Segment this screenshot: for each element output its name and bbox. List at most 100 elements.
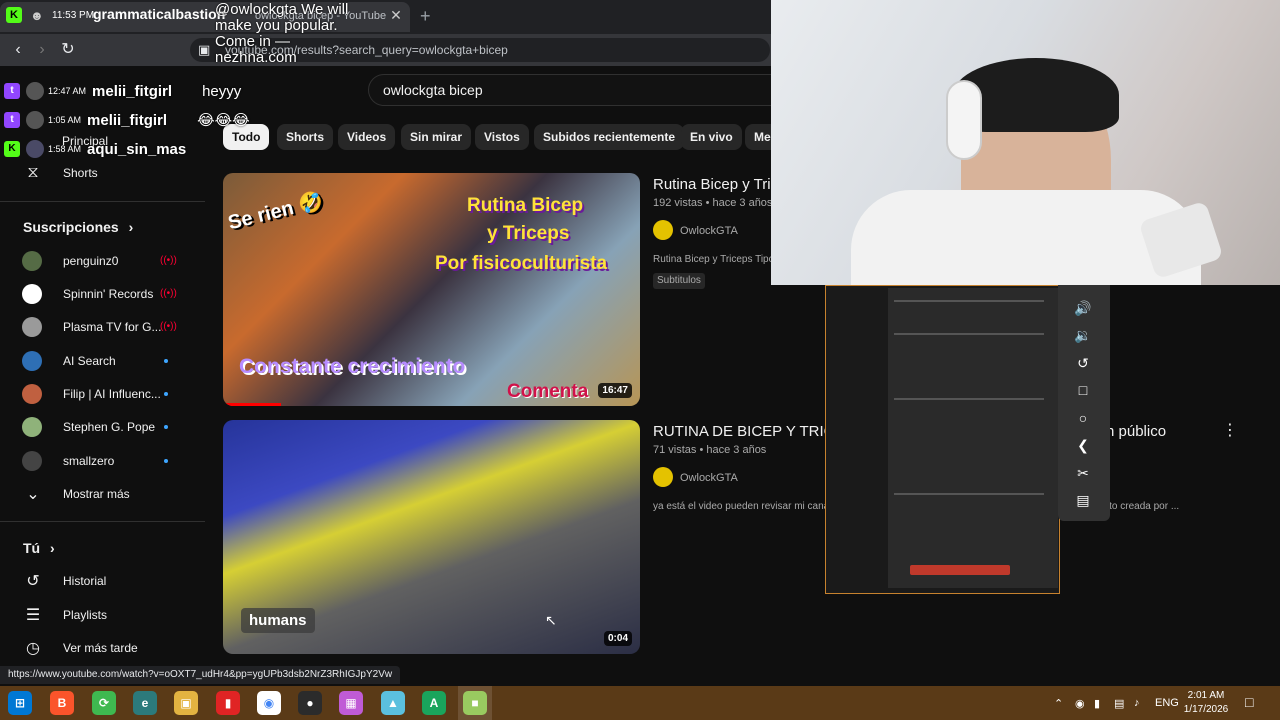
bookmark-icon[interactable]: ▣ [198,42,210,58]
chat-time: 1:58 AM [48,144,82,154]
chip-vistos[interactable]: Vistos [475,124,529,150]
subscriptions-header-label: Suscripciones [23,219,119,235]
tab-close-icon[interactable]: ✕ [388,7,404,23]
sidebar-sub-label: smallzero [63,454,115,468]
watch-progress-bar [223,403,281,406]
channel-name[interactable]: OwlockGTA [680,225,738,237]
back-nav-icon[interactable]: ❮ [1072,434,1094,456]
sidebar-sub-filip[interactable]: Filip | AI Influenc... [22,378,161,410]
microphone-icon[interactable]: ◉ [1075,697,1085,710]
sidebar-item-label: Shorts [63,166,98,180]
chip-videos[interactable]: Videos [338,124,396,150]
phone-screen[interactable] [888,288,1058,588]
new-tab-icon[interactable]: + [420,6,431,27]
volume-up-icon[interactable]: 🔊 [1072,297,1094,319]
chat-message: t 1:05 AM melii_fitgirl 😂😂😂 [4,109,250,131]
sidebar-divider [0,201,205,202]
mouse-cursor-icon: ↖ [545,612,557,628]
overlay-channel: grammaticalbastion [93,6,226,22]
subscriptions-header[interactable]: Suscripciones › [23,219,133,235]
app-red-icon[interactable]: ▮ [216,691,240,715]
thumbnail-overlay-text: Rutina Bicep [467,195,584,216]
avatar [22,351,42,371]
back-icon[interactable]: ‹ [8,40,28,60]
input-language[interactable]: ENG [1155,697,1179,709]
windows-start-icon[interactable]: ⊞ [8,691,32,715]
brave-icon[interactable]: B [50,691,74,715]
thumbnail-overlay-text: Se rien 🤣 [225,189,326,235]
forward-icon[interactable]: › [32,40,52,60]
network-icon[interactable]: ▤ [1114,697,1124,710]
phone-screen-button [910,565,1010,575]
chip-sin-mirar[interactable]: Sin mirar [401,124,472,150]
reload-icon[interactable]: ↻ [58,40,78,60]
video-title[interactable]: RUTINA DE BICEP Y TRICE [653,423,844,440]
app-purple-icon[interactable]: ▦ [339,691,363,715]
video-duration: 0:04 [603,631,632,646]
home-icon[interactable]: ○ [1072,407,1094,429]
channel-avatar[interactable] [653,467,673,487]
sidebar-sub-stephen-g-pope[interactable]: Stephen G. Pope [22,411,155,443]
volume-down-icon[interactable]: 🔉 [1072,324,1094,346]
screenshot-icon[interactable]: ✂ [1072,462,1094,484]
sidebar-sub-smallzero[interactable]: smallzero [22,445,114,477]
thumbnail-overlay-text: Por fisicoculturista [435,253,608,274]
chip-subidos-recientemente[interactable]: Subidos recientemente [534,124,685,150]
thumbnail-overlay-text: humans [241,608,315,633]
sidebar-item-shorts[interactable]: ⧖ Shorts [22,157,98,189]
channel-avatar[interactable] [653,220,673,240]
kick-icon: K [6,7,22,23]
chat-username: melii_fitgirl [87,111,168,129]
app-green-2-icon[interactable]: A [422,691,446,715]
sidebar-item-playlists[interactable]: ☰ Playlists [22,599,107,631]
sidebar-sub-ai-search[interactable]: AI Search [22,345,116,377]
subtitles-badge: Subtitulos [653,273,705,289]
clock-time: 2:01 AM [1187,690,1225,701]
more-actions-icon[interactable]: ⋮ [1222,420,1238,440]
chat-message: t 12:47 AM melii_fitgirl heyyy [4,80,241,102]
history-icon: ↺ [26,573,40,590]
sidebar-sub-penguinz0[interactable]: penguinz0 [22,245,118,277]
chevron-down-icon: ⌄ [26,486,40,503]
taskbar-active-highlight [458,686,492,720]
sidebar-sub-spinnin-records[interactable]: Spinnin' Records [22,278,153,310]
channel-name[interactable]: OwlockGTA [680,472,738,484]
sidebar-item-ver-mas-tarde[interactable]: ◷ Ver más tarde [22,632,138,664]
video-thumbnail-1[interactable]: Se rien 🤣 Rutina Bicep y Triceps Por fis… [223,173,640,406]
chat-message: K 1:58 AM aqui_sin_mas [4,138,216,160]
sidebar-sub-label: penguinz0 [63,254,119,268]
chat-username: melii_fitgirl [92,82,173,100]
sidebar-sub-label: Spinnin' Records [63,287,154,301]
overview-icon[interactable]: □ [1072,379,1094,401]
notifications-icon[interactable]: □ [1245,694,1253,710]
app-cyan-icon[interactable]: ▲ [381,691,405,715]
sidebar-show-more[interactable]: ⌄ Mostrar más [22,478,129,510]
you-header[interactable]: Tú › [23,540,55,556]
sidebar-item-label: Playlists [63,608,108,622]
video-title-tail: n público [1106,423,1167,440]
file-explorer-icon[interactable]: ▣ [174,691,198,715]
video-description: Rutina Bicep y Triceps Tipo [653,254,775,265]
chip-shorts[interactable]: Shorts [277,124,334,150]
tray-chevron-up-icon[interactable]: ⌃ [1054,697,1063,710]
obs-icon[interactable]: ● [298,691,322,715]
speaker-icon[interactable]: ♪ [1134,697,1140,709]
phone-screen-line [894,333,1044,335]
phone-mirror-toolbar [1058,285,1110,521]
sidebar-sub-plasma-tv[interactable]: Plasma TV for G... [22,311,161,343]
more-tools-icon[interactable]: ▤ [1072,489,1094,511]
chat-text: 😂😂😂 [197,112,250,129]
phone-screen-line [894,398,1044,400]
app-green-icon[interactable]: ⟳ [92,691,116,715]
edge-icon[interactable]: e [133,691,157,715]
chip-en-vivo[interactable]: En vivo [681,124,742,150]
thumbnail-overlay-text: Comenta [507,381,589,402]
tray-clock[interactable]: 2:01 AM 1/17/2026 [1180,689,1232,717]
rotate-icon[interactable]: ↺ [1072,352,1094,374]
sidebar-item-historial[interactable]: ↺ Historial [22,565,106,597]
chrome-icon[interactable]: ◉ [257,691,281,715]
video-thumbnail-2[interactable]: humans 0:04 [223,420,640,654]
sidebar-item-label: Ver más tarde [63,641,138,655]
video-description: ya está el video pueden revisar mi cana [653,501,830,512]
video-title[interactable]: Rutina Bicep y Tric [653,176,778,193]
